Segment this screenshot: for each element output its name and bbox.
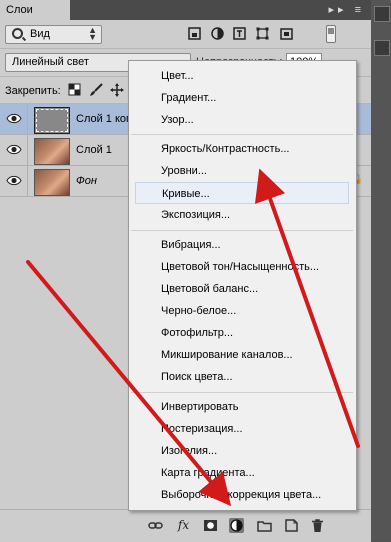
lock-transparent-icon[interactable]	[68, 83, 81, 96]
pixel-filter-icon[interactable]	[188, 27, 201, 40]
menu-item[interactable]: Уровни...	[135, 160, 349, 182]
menu-separator	[131, 134, 353, 135]
row-divider	[27, 104, 28, 134]
right-toolbar	[371, 0, 391, 541]
menu-item[interactable]: Узор...	[135, 109, 349, 131]
menu-item[interactable]: Инвертировать	[135, 396, 349, 418]
menu-item[interactable]: Экспозиция...	[135, 204, 349, 226]
menu-item[interactable]: Поиск цвета...	[135, 366, 349, 388]
menu-item[interactable]: Яркость/Контрастность...	[135, 138, 349, 160]
brush-icon[interactable]	[89, 83, 103, 97]
link-icon[interactable]	[148, 518, 163, 533]
menu-separator	[131, 392, 353, 393]
tab-label: Слои	[6, 4, 33, 16]
eye-icon[interactable]	[6, 113, 22, 124]
trash-icon[interactable]	[310, 518, 325, 533]
shape-filter-icon[interactable]	[256, 27, 269, 40]
layer-name[interactable]: Фон	[76, 175, 97, 187]
group-folder-icon[interactable]	[257, 518, 272, 533]
lock-label: Закрепить:	[5, 85, 61, 97]
smart-object-filter-icon[interactable]	[280, 27, 293, 40]
tab-layers[interactable]: Слои	[0, 0, 70, 20]
menu-item[interactable]: Микширование каналов...	[135, 344, 349, 366]
fx-icon[interactable]: fx	[176, 518, 191, 533]
panel-tabbar: Слои ▸▸ ≡	[0, 0, 371, 20]
search-icon	[12, 28, 23, 39]
kind-filter-select[interactable]: Вид ▲ ▼	[5, 25, 102, 44]
eye-icon[interactable]	[6, 144, 22, 155]
layer-name[interactable]: Слой 1	[76, 144, 112, 156]
menu-item[interactable]: Черно-белое...	[135, 300, 349, 322]
menu-separator	[131, 230, 353, 231]
blend-mode-label: Линейный свет	[12, 56, 89, 68]
collapse-icon[interactable]	[374, 6, 390, 22]
layer-thumbnail	[34, 138, 70, 165]
panel-menu-icon[interactable]: ▸▸ ≡	[328, 3, 365, 16]
filter-row: Вид ▲ ▼	[0, 20, 371, 49]
filter-toggle[interactable]	[326, 25, 336, 43]
menu-item[interactable]: Выборочная коррекция цвета...	[135, 484, 349, 506]
mask-icon[interactable]	[203, 518, 218, 533]
menu-item[interactable]: Градиент...	[135, 87, 349, 109]
adjustment-layer-icon[interactable]	[229, 518, 244, 533]
menu-item[interactable]: Цветовой баланс...	[135, 278, 349, 300]
type-filter-icon[interactable]	[233, 27, 246, 40]
adjustment-layer-menu: Цвет... Градиент... Узор... Яркость/Конт…	[128, 60, 357, 511]
adjustment-filter-icon[interactable]	[211, 27, 224, 40]
kind-filter-label: Вид	[30, 28, 50, 40]
menu-item[interactable]: Цветовой тон/Насыщенность...	[135, 256, 349, 278]
panel-toggle-icon[interactable]	[374, 40, 390, 56]
menu-item[interactable]: Вибрация...	[135, 234, 349, 256]
menu-item-curves[interactable]: Кривые...	[135, 182, 349, 204]
menu-item[interactable]: Фотофильтр...	[135, 322, 349, 344]
panel-bottom-bar: fx	[0, 509, 371, 542]
move-icon[interactable]	[110, 83, 124, 97]
menu-item[interactable]: Постеризация...	[135, 418, 349, 440]
menu-item[interactable]: Карта градиента...	[135, 462, 349, 484]
row-divider	[27, 135, 28, 165]
menu-item[interactable]: Цвет...	[135, 65, 349, 87]
updown-arrow-icon: ▲ ▼	[88, 25, 97, 42]
eye-icon[interactable]	[6, 175, 22, 186]
layer-thumbnail	[34, 169, 70, 196]
row-divider	[27, 166, 28, 196]
new-layer-icon[interactable]	[284, 518, 299, 533]
menu-item[interactable]: Изогелия...	[135, 440, 349, 462]
layer-thumbnail	[34, 107, 70, 134]
